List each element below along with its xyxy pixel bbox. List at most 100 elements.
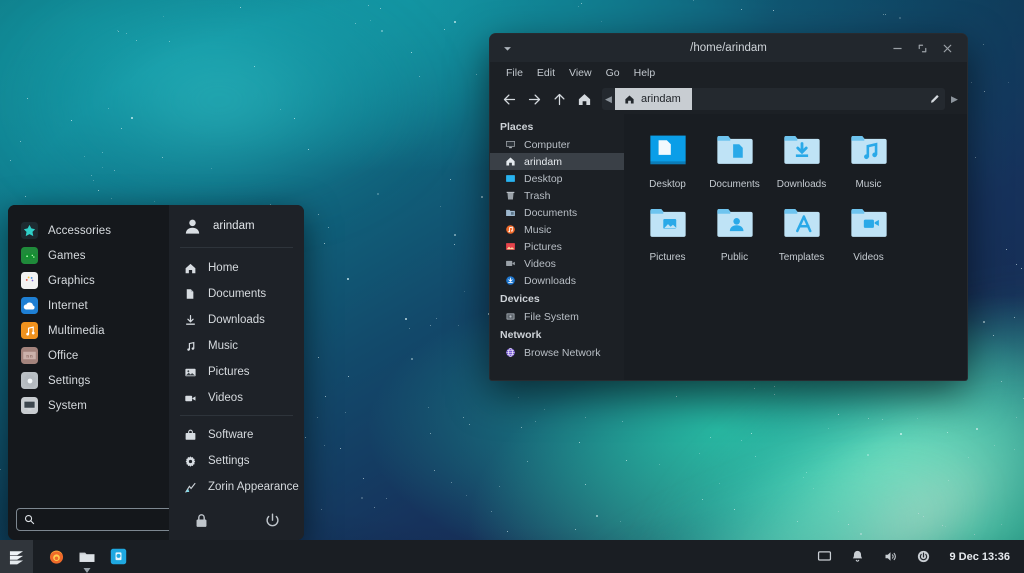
forward-button[interactable] <box>523 88 545 110</box>
window-menu-button[interactable] <box>490 43 524 54</box>
file-manager-app-button[interactable] <box>73 543 101 573</box>
search-box[interactable] <box>16 507 190 531</box>
zorin-menu-button[interactable] <box>0 540 33 573</box>
file-item-desktop[interactable]: Desktop <box>634 126 701 199</box>
menu-system-software[interactable]: Software <box>169 422 304 448</box>
music-folder-icon <box>849 129 889 174</box>
games-icon <box>21 247 38 264</box>
file-item-label: Templates <box>778 252 825 263</box>
menu-category-graphics[interactable]: Graphics <box>8 268 169 293</box>
menu-place-home[interactable]: Home <box>169 255 304 281</box>
file-item-label: Documents <box>709 179 760 190</box>
menu-category-internet[interactable]: Internet <box>8 293 169 318</box>
menu-place-documents[interactable]: Documents <box>169 281 304 307</box>
sidebar-item-arindam[interactable]: arindam <box>490 153 624 170</box>
clock[interactable]: 9 Dec 13:36 <box>949 551 1010 563</box>
arrow-right-icon <box>528 94 540 104</box>
menu-place-videos[interactable]: Videos <box>169 385 304 411</box>
sidebar-item-trash[interactable]: Trash <box>490 187 624 204</box>
sidebar-item-browse-network[interactable]: Browse Network <box>490 344 624 361</box>
path-bar[interactable]: ◀ arindam <box>602 88 945 110</box>
display-icon[interactable] <box>817 549 832 564</box>
file-item-music[interactable]: Music <box>835 126 902 199</box>
sidebar-item-pictures[interactable]: Pictures <box>490 238 624 255</box>
menu-category-label: Office <box>48 349 79 362</box>
file-list-area[interactable]: Desktop Documents Downloads Music Pictures Pu… <box>624 114 967 380</box>
menu-category-accessories[interactable]: Accessories <box>8 218 169 243</box>
home-button[interactable] <box>573 88 595 110</box>
user-name: arindam <box>213 220 255 233</box>
sidebar-item-videos[interactable]: Videos <box>490 255 624 272</box>
file-item-label: Desktop <box>649 179 686 190</box>
sidebar-item-downloads[interactable]: Downloads <box>490 272 624 289</box>
sidebar-item-documents[interactable]: Documents <box>490 204 624 221</box>
menu-system-zorin-appearance[interactable]: Zorin Appearance <box>169 474 304 500</box>
search-area <box>8 498 190 540</box>
file-item-videos[interactable]: Videos <box>835 199 902 272</box>
menu-edit[interactable]: Edit <box>530 65 562 81</box>
menu-place-music[interactable]: Music <box>169 333 304 359</box>
software-bag-icon <box>183 428 197 442</box>
internet-icon <box>21 297 38 314</box>
place-label: Software <box>208 429 254 442</box>
minimize-icon[interactable] <box>891 42 904 55</box>
settings-icon <box>21 372 38 389</box>
menu-help[interactable]: Help <box>627 65 663 81</box>
restore-icon[interactable] <box>916 42 929 55</box>
close-icon[interactable] <box>941 42 954 55</box>
file-manager-icon <box>79 552 95 562</box>
menu-category-label: Graphics <box>48 274 95 287</box>
menu-category-system[interactable]: System <box>8 393 169 418</box>
back-button[interactable] <box>498 88 520 110</box>
menu-system-settings[interactable]: Settings <box>169 448 304 474</box>
start-menu[interactable]: Accessories Games Graphics Internet Multimed… <box>8 205 304 540</box>
menu-go[interactable]: Go <box>599 65 627 81</box>
software-center-app-button[interactable] <box>104 543 132 571</box>
start-menu-places-panel: arindam Home Documents Downloads Music Pictu… <box>169 205 304 540</box>
file-manager-window[interactable]: /home/arindam File Edit View Go Help ◀ a… <box>489 33 968 381</box>
file-item-downloads[interactable]: Downloads <box>768 126 835 199</box>
menu-file[interactable]: File <box>499 65 530 81</box>
path-scroll-left[interactable]: ◀ <box>602 94 615 105</box>
arrow-up-icon <box>554 93 564 105</box>
menu-place-downloads[interactable]: Downloads <box>169 307 304 333</box>
sidebar-item-file-system[interactable]: File System <box>490 308 624 325</box>
up-button[interactable] <box>548 88 570 110</box>
window-controls <box>891 42 967 55</box>
menu-category-settings[interactable]: Settings <box>8 368 169 393</box>
breadcrumb[interactable]: arindam <box>615 88 692 110</box>
user-avatar-icon <box>185 219 200 234</box>
firefox-app-button[interactable] <box>42 543 70 571</box>
power-icon[interactable] <box>264 512 281 529</box>
documents-folder-icon <box>715 129 755 174</box>
sidebar-item-music[interactable]: Music <box>490 221 624 238</box>
sidebar-item-computer[interactable]: Computer <box>490 136 624 153</box>
user-row[interactable]: arindam <box>169 205 304 247</box>
file-item-templates[interactable]: Templates <box>768 199 835 272</box>
pictures-icon <box>504 241 516 253</box>
toolbar: ◀ arindam ▶ <box>490 84 967 114</box>
menu-view[interactable]: View <box>562 65 599 81</box>
document-icon <box>183 287 197 301</box>
file-item-pictures[interactable]: Pictures <box>634 199 701 272</box>
menu-place-pictures[interactable]: Pictures <box>169 359 304 385</box>
music-note-icon <box>183 339 197 353</box>
menu-category-games[interactable]: Games <box>8 243 169 268</box>
lock-icon[interactable] <box>193 512 210 529</box>
file-item-documents[interactable]: Documents <box>701 126 768 199</box>
download-icon <box>183 313 197 327</box>
menu-category-multimedia[interactable]: Multimedia <box>8 318 169 343</box>
pencil-icon <box>931 95 939 103</box>
path-scroll-right[interactable]: ▶ <box>948 94 961 105</box>
volume-icon[interactable] <box>883 549 898 564</box>
notification-bell-icon[interactable] <box>850 549 865 564</box>
file-item-public[interactable]: Public <box>701 199 768 272</box>
edit-path-button[interactable] <box>925 93 945 105</box>
power-status-icon[interactable] <box>916 549 931 564</box>
search-input[interactable] <box>40 513 182 525</box>
sidebar-item-desktop[interactable]: Desktop <box>490 170 624 187</box>
videos-folder-icon <box>849 202 889 247</box>
menu-category-office[interactable]: n n Office <box>8 343 169 368</box>
menu-category-label: Multimedia <box>48 324 105 337</box>
arrow-left-icon <box>503 94 515 104</box>
